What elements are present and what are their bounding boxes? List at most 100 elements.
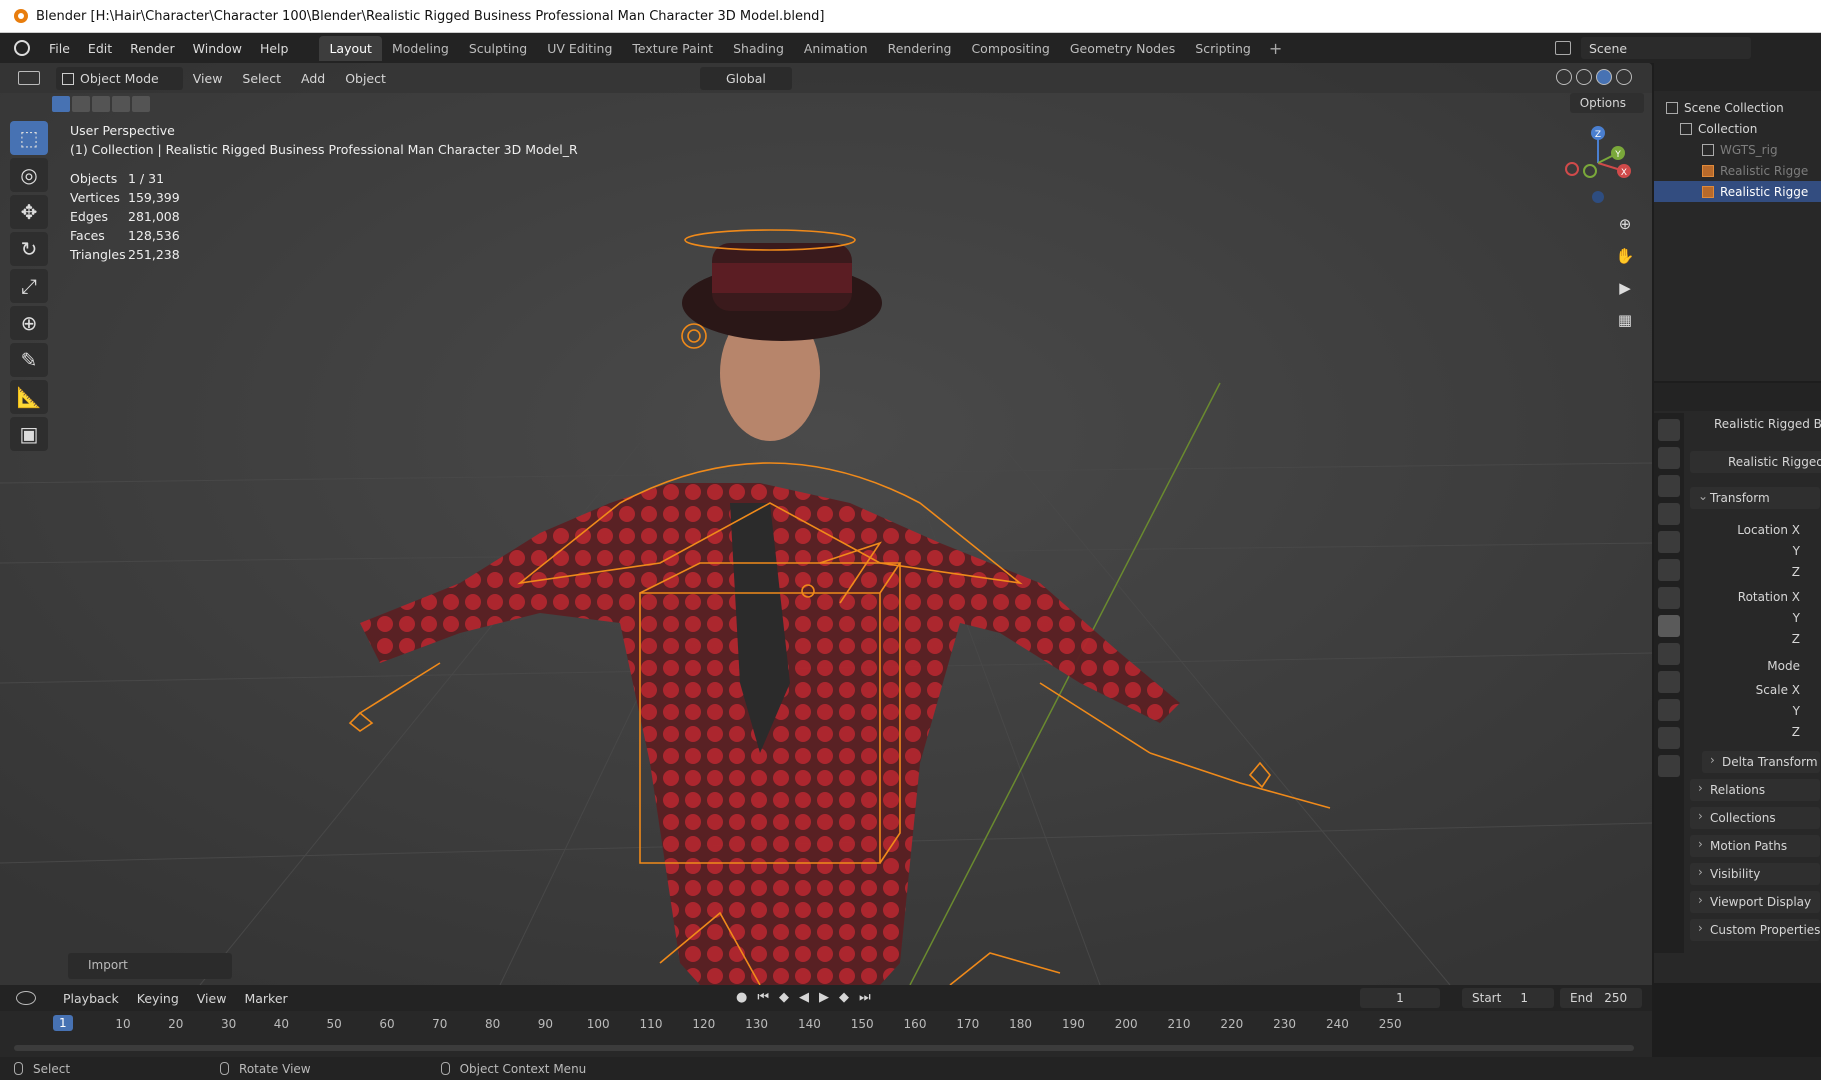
scale-tool-icon[interactable]: ⤢ xyxy=(10,269,48,303)
play-icon[interactable]: ▶ xyxy=(819,990,829,1005)
next-keyframe-icon[interactable]: ◆ xyxy=(839,990,849,1005)
menu-edit[interactable]: Edit xyxy=(79,41,121,56)
tab-rendering[interactable]: Rendering xyxy=(878,36,962,61)
menu-render[interactable]: Render xyxy=(121,41,184,56)
jump-start-icon[interactable]: ⏮ xyxy=(757,990,769,1005)
tab-animation[interactable]: Animation xyxy=(794,36,878,61)
select-subtract-icon[interactable] xyxy=(92,96,110,112)
viewport-menu-view[interactable]: View xyxy=(183,71,233,86)
options-dropdown[interactable]: Options xyxy=(1569,93,1644,113)
section-viewport-display[interactable]: Viewport Display xyxy=(1690,891,1820,913)
timeline-menu-playback[interactable]: Playback xyxy=(54,991,128,1006)
cursor-tool-icon[interactable]: ◎ xyxy=(10,158,48,192)
select-extend-icon[interactable] xyxy=(72,96,90,112)
wireframe-shading-icon[interactable] xyxy=(1556,69,1572,85)
render-tab-icon[interactable] xyxy=(1658,447,1680,469)
timeline-menu-marker[interactable]: Marker xyxy=(235,991,296,1006)
constraints-tab-icon[interactable] xyxy=(1658,699,1680,721)
record-icon[interactable]: ● xyxy=(736,990,747,1005)
section-collections[interactable]: Collections xyxy=(1690,807,1820,829)
ortho-grid-icon[interactable]: ▦ xyxy=(1612,307,1638,333)
modifier-tab-icon[interactable] xyxy=(1658,643,1680,665)
armature-icon xyxy=(1702,164,1714,177)
playhead-frame[interactable]: 1 xyxy=(53,1015,73,1031)
section-visibility[interactable]: Visibility xyxy=(1690,863,1820,885)
add-cube-tool-icon[interactable]: ▣ xyxy=(10,417,48,451)
object-mode-dropdown[interactable]: Object Mode xyxy=(56,66,183,90)
add-workspace-icon[interactable]: + xyxy=(1261,39,1290,58)
section-motion-paths[interactable]: Motion Paths xyxy=(1690,835,1820,857)
select-intersect-icon[interactable] xyxy=(132,96,150,112)
jump-end-icon[interactable]: ⏭ xyxy=(859,990,871,1005)
section-relations[interactable]: Relations xyxy=(1690,779,1820,801)
viewport-menu-object[interactable]: Object xyxy=(335,71,396,86)
section-transform[interactable]: Transform xyxy=(1690,487,1820,509)
frame-tick: 180 xyxy=(1009,1017,1033,1031)
object-tab-icon[interactable] xyxy=(1658,615,1680,637)
annotate-tool-icon[interactable]: ✎ xyxy=(10,343,48,377)
tab-sculpting[interactable]: Sculpting xyxy=(459,36,537,61)
measure-tool-icon[interactable]: 📐 xyxy=(10,380,48,414)
tool-tab-icon[interactable] xyxy=(1658,419,1680,441)
section-delta-transform[interactable]: Delta Transform xyxy=(1702,751,1820,773)
move-tool-icon[interactable]: ✥ xyxy=(10,195,48,229)
editor-type-icon[interactable] xyxy=(18,71,40,85)
tab-layout[interactable]: Layout xyxy=(319,35,382,61)
menu-window[interactable]: Window xyxy=(184,41,251,56)
timeline-menu-keying[interactable]: Keying xyxy=(128,991,188,1006)
navigation-gizmo[interactable]: Z X Y xyxy=(1558,123,1638,203)
end-frame-field[interactable]: End 250 xyxy=(1560,988,1642,1008)
tab-geometry-nodes[interactable]: Geometry Nodes xyxy=(1060,36,1185,61)
timeline-editor-icon[interactable] xyxy=(16,991,36,1005)
select-invert-icon[interactable] xyxy=(112,96,130,112)
outliner-item-armature[interactable]: Realistic Rigge xyxy=(1654,160,1821,181)
3d-viewport[interactable]: Object Mode View Select Add Object Globa… xyxy=(0,63,1652,985)
select-box-tool-icon[interactable]: ⬚ xyxy=(10,121,48,155)
scene-tab-icon[interactable] xyxy=(1658,531,1680,553)
play-reverse-icon[interactable]: ◀ xyxy=(799,990,809,1005)
menu-help[interactable]: Help xyxy=(251,41,298,56)
frame-ruler[interactable]: 10 20 30 40 50 60 70 80 90 100 110 120 130 140 150 160 1… xyxy=(30,1015,1630,1035)
section-custom-properties[interactable]: Custom Properties xyxy=(1690,919,1820,941)
solid-shading-icon[interactable] xyxy=(1576,69,1592,85)
tab-compositing[interactable]: Compositing xyxy=(961,36,1059,61)
blender-menu-icon[interactable] xyxy=(14,40,30,56)
timeline-scrollbar[interactable] xyxy=(14,1045,1634,1051)
current-frame-field[interactable]: 1 xyxy=(1360,988,1440,1008)
select-new-icon[interactable] xyxy=(52,96,70,112)
outliner-item-collection[interactable]: Collection xyxy=(1654,118,1821,139)
transform-orientation-dropdown[interactable]: Global xyxy=(700,67,792,90)
tab-scripting[interactable]: Scripting xyxy=(1185,36,1261,61)
physics-tab-icon[interactable] xyxy=(1658,671,1680,693)
tab-texture-paint[interactable]: Texture Paint xyxy=(622,36,723,61)
view-layer-tab-icon[interactable] xyxy=(1658,503,1680,525)
texture-tab-icon[interactable] xyxy=(1658,755,1680,777)
viewport-menu-add[interactable]: Add xyxy=(291,71,335,86)
start-frame-field[interactable]: Start 1 xyxy=(1462,988,1554,1008)
viewport-menu-select[interactable]: Select xyxy=(232,71,291,86)
tab-shading[interactable]: Shading xyxy=(723,36,794,61)
prev-keyframe-icon[interactable]: ◆ xyxy=(779,990,789,1005)
scene-icon[interactable] xyxy=(1555,41,1571,55)
output-tab-icon[interactable] xyxy=(1658,475,1680,497)
tab-modeling[interactable]: Modeling xyxy=(382,36,459,61)
tab-uv-editing[interactable]: UV Editing xyxy=(537,36,622,61)
rendered-shading-icon[interactable] xyxy=(1616,69,1632,85)
collection-tab-icon[interactable] xyxy=(1658,587,1680,609)
material-shading-icon[interactable] xyxy=(1596,69,1612,85)
last-operator-panel[interactable]: Import xyxy=(68,953,232,979)
pan-hand-icon[interactable]: ✋ xyxy=(1612,243,1638,269)
camera-view-icon[interactable]: ▶ xyxy=(1612,275,1638,301)
zoom-icon[interactable]: ⊕ xyxy=(1612,211,1638,237)
outliner-item-selected[interactable]: Realistic Rigge xyxy=(1654,181,1821,202)
outliner-item-wgts-rig[interactable]: WGTS_rig xyxy=(1654,139,1821,160)
object-data-dropdown[interactable]: Realistic Rigged xyxy=(1690,451,1821,473)
transform-tool-icon[interactable]: ⊕ xyxy=(10,306,48,340)
outliner-item-scene-collection[interactable]: Scene Collection xyxy=(1654,97,1821,118)
scene-selector[interactable]: Scene xyxy=(1581,37,1751,59)
data-tab-icon[interactable] xyxy=(1658,727,1680,749)
rotate-tool-icon[interactable]: ↻ xyxy=(10,232,48,266)
menu-file[interactable]: File xyxy=(40,41,79,56)
timeline-menu-view[interactable]: View xyxy=(188,991,236,1006)
world-tab-icon[interactable] xyxy=(1658,559,1680,581)
